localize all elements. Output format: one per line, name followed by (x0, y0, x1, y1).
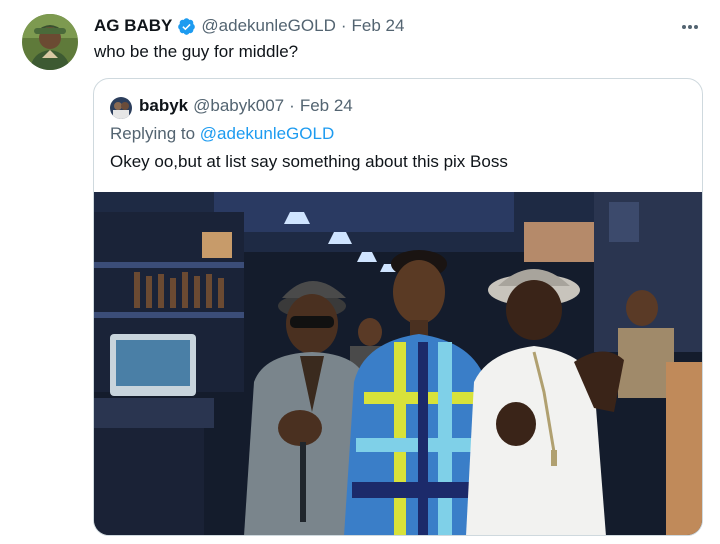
tweet-text: who be the guy for middle? (94, 42, 299, 61)
quoted-date[interactable]: Feb 24 (300, 96, 353, 116)
tweet[interactable]: AG BABY @adekunleGOLD · Feb 24 who be th… (0, 0, 720, 544)
replying-to-label: Replying to (110, 124, 196, 143)
quoted-header: babyk @babyk007 · Feb 24 (139, 96, 353, 116)
author-name[interactable]: AG BABY (94, 16, 172, 36)
replying-to-link[interactable]: @adekunleGOLD (200, 124, 334, 143)
author-handle[interactable]: @adekunleGOLD (201, 16, 335, 36)
author-avatar[interactable] (22, 14, 78, 70)
quoted-photo[interactable] (94, 192, 702, 535)
verified-badge-icon (177, 17, 196, 36)
more-horizontal-icon[interactable] (682, 16, 704, 30)
tweet-header: AG BABY @adekunleGOLD · Feb 24 (94, 14, 404, 38)
quoted-author-name[interactable]: babyk (139, 96, 188, 116)
quoted-author-avatar[interactable] (110, 97, 132, 119)
quoted-text: Okey oo,but at list say something about … (110, 152, 508, 171)
separator: · (340, 16, 347, 35)
separator: · (289, 96, 295, 115)
tweet-date[interactable]: Feb 24 (352, 16, 405, 36)
quoted-tweet[interactable]: babyk @babyk007 · Feb 24 Replying to @ad… (93, 78, 703, 536)
replying-to: Replying to @adekunleGOLD (110, 124, 334, 144)
quoted-author-handle[interactable]: @babyk007 (193, 96, 284, 116)
